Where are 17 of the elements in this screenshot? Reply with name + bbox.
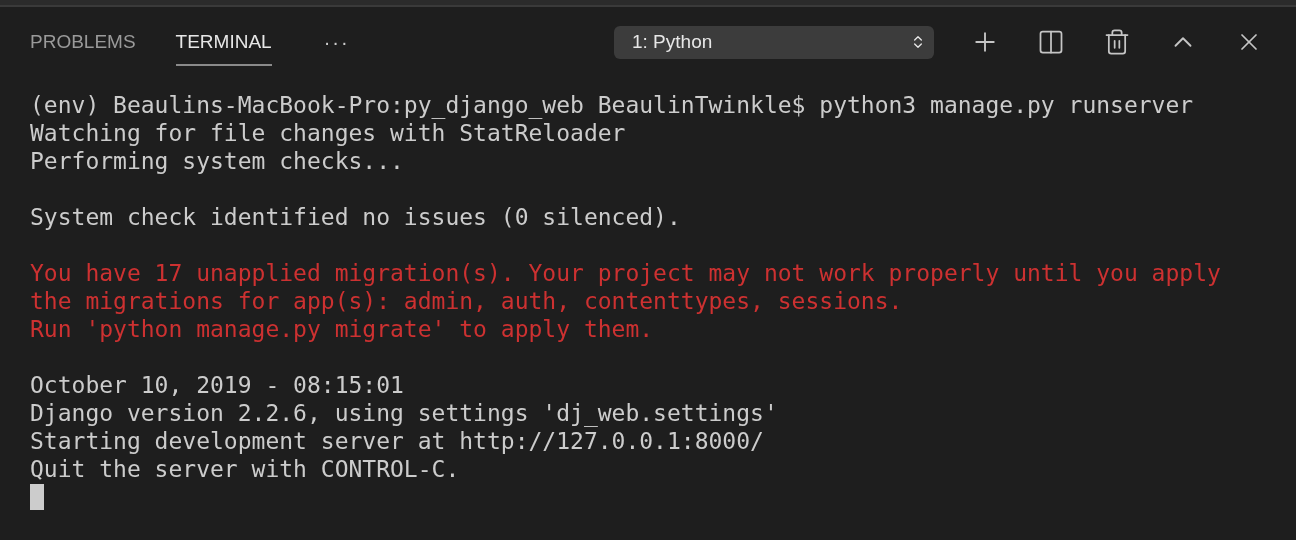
panel-tab[interactable]: TERMINAL [175, 17, 272, 67]
terminal-line: the migrations for app(s): admin, auth, contenttypes, sessions. [30, 287, 904, 315]
terminal-line: Quit the server with CONTROL-C. [30, 455, 461, 483]
terminal-line: Performing system checks... [30, 147, 405, 175]
panel-tab[interactable]: PROBLEMS [30, 17, 136, 67]
terminal-line: October 10, 2019 - 08:15:01 [30, 371, 405, 399]
terminal-line: Watching for file changes with StatReloader [30, 119, 627, 147]
more-actions-button[interactable]: ··· [323, 27, 350, 57]
terminal-line: Django version 2.2.6, using settings 'dj_web.settings' [30, 399, 779, 427]
terminal-line: Starting development server at http://127.0.0.1:8000/ [30, 427, 765, 455]
terminal-line: (env) Beaulins-MacBook-Pro:py_django_web BeaulinTwinkle$ python3 manage.py runserver [30, 91, 1195, 119]
terminal-line: You have 17 unapplied migration(s). Your project may not work properly until you apply [30, 259, 1222, 287]
terminal-line: System check identified no issues (0 silenced). [30, 203, 682, 231]
terminal-select[interactable]: 1: Python [614, 25, 934, 59]
terminal-line: Run 'python manage.py migrate' to apply them. [30, 315, 655, 343]
split-icon [1037, 28, 1065, 56]
trash-icon [1103, 28, 1131, 56]
